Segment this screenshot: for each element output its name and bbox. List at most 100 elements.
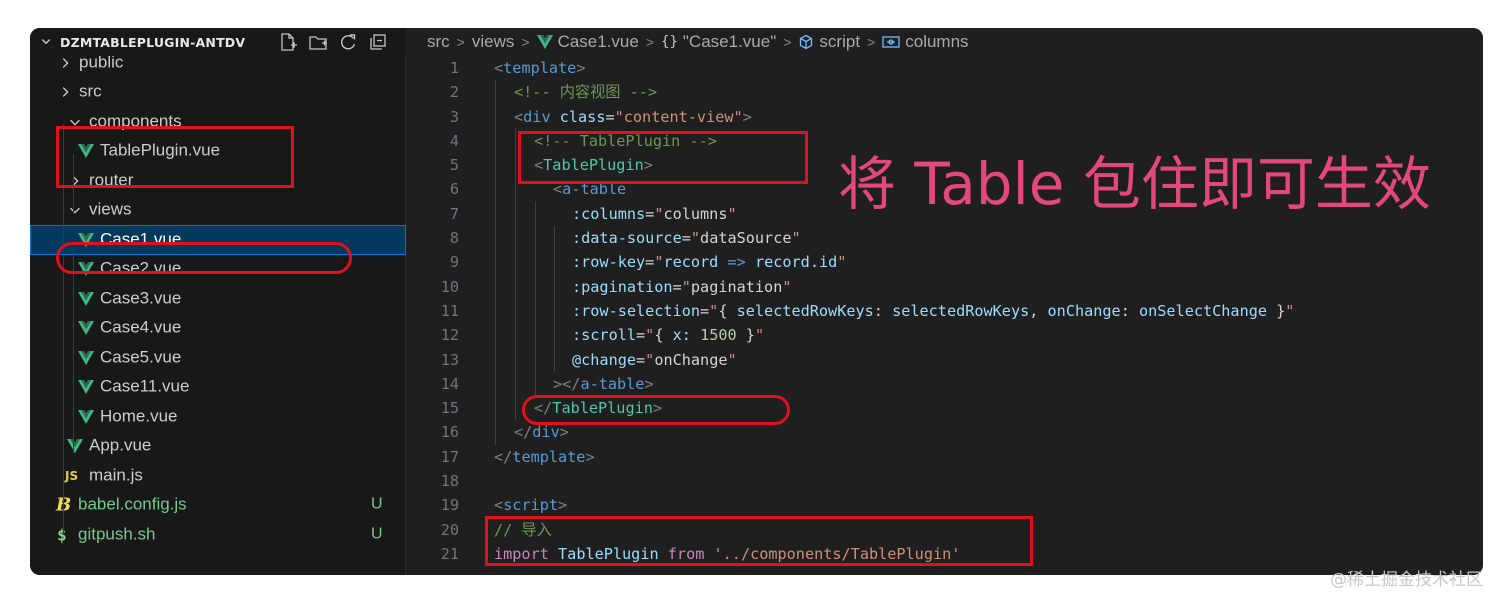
tree-item-label: TablePlugin.vue — [100, 140, 221, 160]
code-line: 15 </TablePlugin> — [407, 396, 1483, 420]
breadcrumb-label: src — [427, 32, 450, 51]
vue-file-icon — [536, 35, 553, 49]
chevron-right-icon — [62, 57, 69, 68]
code-text: :data-source="dataSource" — [572, 229, 801, 248]
code-line: 11 :row-selection="{ selectedRowKeys: sel… — [407, 299, 1483, 323]
vue-file-icon — [78, 321, 94, 336]
line-number: 5 — [449, 156, 459, 175]
breadcrumb-item[interactable]: src — [427, 32, 450, 52]
code-line: 10:pagination="pagination" — [407, 275, 1483, 299]
tree-item-label: main.js — [89, 465, 143, 485]
line-number: 11 — [440, 301, 459, 320]
tree-item-case4-vue[interactable]: Case4.vue — [30, 314, 406, 344]
tree-item-label: components — [89, 111, 182, 131]
line-number: 17 — [440, 447, 459, 466]
module-cube-icon — [800, 34, 813, 50]
line-number: 9 — [449, 253, 459, 272]
code-text: :pagination="pagination" — [572, 277, 792, 296]
collapse-all-icon[interactable] — [368, 32, 388, 52]
chevron-right-icon: > — [783, 34, 792, 50]
code-line: 1 <template> — [407, 56, 1483, 80]
code-text: :row-key="record => record.id" — [572, 253, 847, 272]
code-text: <TablePlugin> — [534, 156, 653, 175]
tree-item-babel-config-js[interactable]: B babel.config.js U — [30, 491, 406, 521]
indent-guide — [73, 154, 74, 214]
annotation-note: 将 Table 包住即可生效 — [838, 150, 1431, 218]
tree-item-router[interactable]: router — [30, 166, 406, 196]
tree-item-case3-vue[interactable]: Case3.vue — [30, 284, 406, 314]
breadcrumb-label: Case1.vue — [557, 32, 639, 51]
tree-item-case5-vue[interactable]: Case5.vue — [30, 343, 406, 373]
code-editor[interactable]: src > views > Case1.vue > {} "Case1.vue"… — [407, 28, 1483, 575]
code-text: </template> — [494, 447, 595, 466]
code-text: :row-selection="{ selectedRowKeys: selec… — [572, 301, 1295, 320]
tree-item-label: Case1.vue — [100, 229, 182, 249]
tree-item-label: Case2.vue — [100, 258, 182, 278]
line-number: 16 — [440, 423, 459, 442]
chevron-right-icon — [72, 175, 79, 186]
code-line: 21 import TablePlugin from '../components… — [407, 542, 1483, 566]
tree-item-label: gitpush.sh — [78, 524, 156, 544]
js-file-icon: JS — [65, 468, 79, 483]
line-number: 2 — [449, 83, 459, 102]
vue-file-icon — [78, 262, 94, 277]
new-file-icon[interactable] — [278, 32, 298, 52]
tree-item-label: babel.config.js — [78, 494, 187, 514]
vue-file-icon — [78, 409, 94, 424]
code-text: </div> — [514, 423, 569, 442]
breadcrumb-item[interactable]: Case1.vue — [536, 32, 639, 52]
explorer-title: DZMTABLEPLUGIN-ANTDV — [60, 34, 246, 50]
tree-item-label: Home.vue — [100, 406, 178, 426]
tree-item-gitpush-sh[interactable]: $ gitpush.sh U — [30, 520, 406, 550]
vscode-window: node_modules public src components Table… — [30, 28, 1483, 575]
breadcrumb-item[interactable]: columns — [882, 32, 969, 52]
breadcrumb-label: views — [471, 32, 515, 51]
vue-file-icon — [78, 380, 94, 395]
chevron-down-icon[interactable] — [40, 35, 52, 50]
line-number: 7 — [449, 204, 459, 223]
line-number: 12 — [440, 326, 459, 345]
code-text: ></a-table> — [553, 374, 654, 393]
code-line: 17 </template> — [407, 445, 1483, 469]
line-number: 20 — [440, 520, 459, 539]
code-text: // 导入 — [494, 520, 552, 539]
indent-guide — [73, 243, 74, 453]
file-tree: node_modules public src components Table… — [30, 28, 406, 550]
new-folder-icon[interactable] — [308, 32, 328, 52]
breadcrumb-label: columns — [905, 32, 969, 51]
tree-item-home-vue[interactable]: Home.vue — [30, 402, 406, 432]
tree-item-label: Case5.vue — [100, 347, 182, 367]
tree-item-case2-vue[interactable]: Case2.vue — [30, 255, 406, 285]
code-text: <!-- 内容视图 --> — [514, 83, 658, 102]
tree-item-components[interactable]: components — [30, 107, 406, 137]
code-text: </TablePlugin> — [534, 399, 663, 418]
breadcrumb-item[interactable]: {} "Case1.vue" — [661, 32, 776, 52]
tree-item-src[interactable]: src — [30, 78, 406, 108]
vue-file-icon — [78, 350, 94, 365]
tree-item-app-vue[interactable]: App.vue — [30, 432, 406, 462]
vue-file-icon — [78, 144, 94, 159]
breadcrumb-item[interactable]: script — [798, 32, 860, 52]
tree-item-views[interactable]: views — [30, 196, 406, 226]
breadcrumb-label: script — [819, 32, 861, 51]
code-line: 13 @change="onChange" — [407, 348, 1483, 372]
code-text: <template> — [494, 59, 586, 77]
tree-item-label: App.vue — [89, 435, 152, 455]
vue-file-icon — [67, 439, 83, 454]
braces-icon: {} — [661, 34, 678, 50]
tree-item-case1-vue[interactable]: Case1.vue — [30, 225, 406, 255]
tree-item-tableplugin-vue[interactable]: TablePlugin.vue — [30, 137, 406, 167]
refresh-icon[interactable] — [338, 32, 358, 52]
breadcrumb-item[interactable]: views — [472, 32, 515, 52]
code-text: <div class="content-view"> — [514, 107, 752, 126]
tree-item-label: router — [89, 170, 134, 190]
tree-item-main-js[interactable]: JS main.js — [30, 461, 406, 491]
tree-item-case11-vue[interactable]: Case11.vue — [30, 373, 406, 403]
line-number: 1 — [449, 59, 459, 77]
breadcrumb-label: "Case1.vue" — [682, 32, 777, 51]
vue-file-icon — [78, 291, 94, 306]
code-line: 14 ></a-table> — [407, 372, 1483, 396]
tree-item-label: src — [79, 81, 102, 101]
tree-item-label: Case11.vue — [100, 376, 190, 396]
code-text: <script> — [494, 496, 568, 515]
